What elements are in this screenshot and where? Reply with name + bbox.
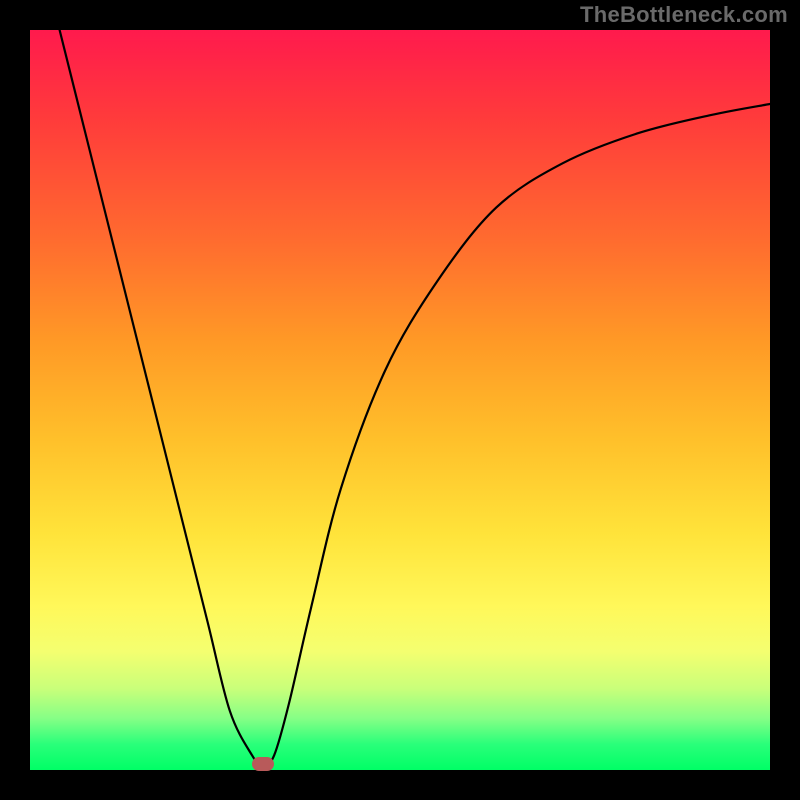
bottleneck-curve: [60, 30, 770, 766]
curve-svg: [30, 30, 770, 770]
chart-frame: TheBottleneck.com: [0, 0, 800, 800]
plot-area: [30, 30, 770, 770]
minimum-marker: [252, 757, 274, 771]
watermark-label: TheBottleneck.com: [580, 2, 788, 28]
